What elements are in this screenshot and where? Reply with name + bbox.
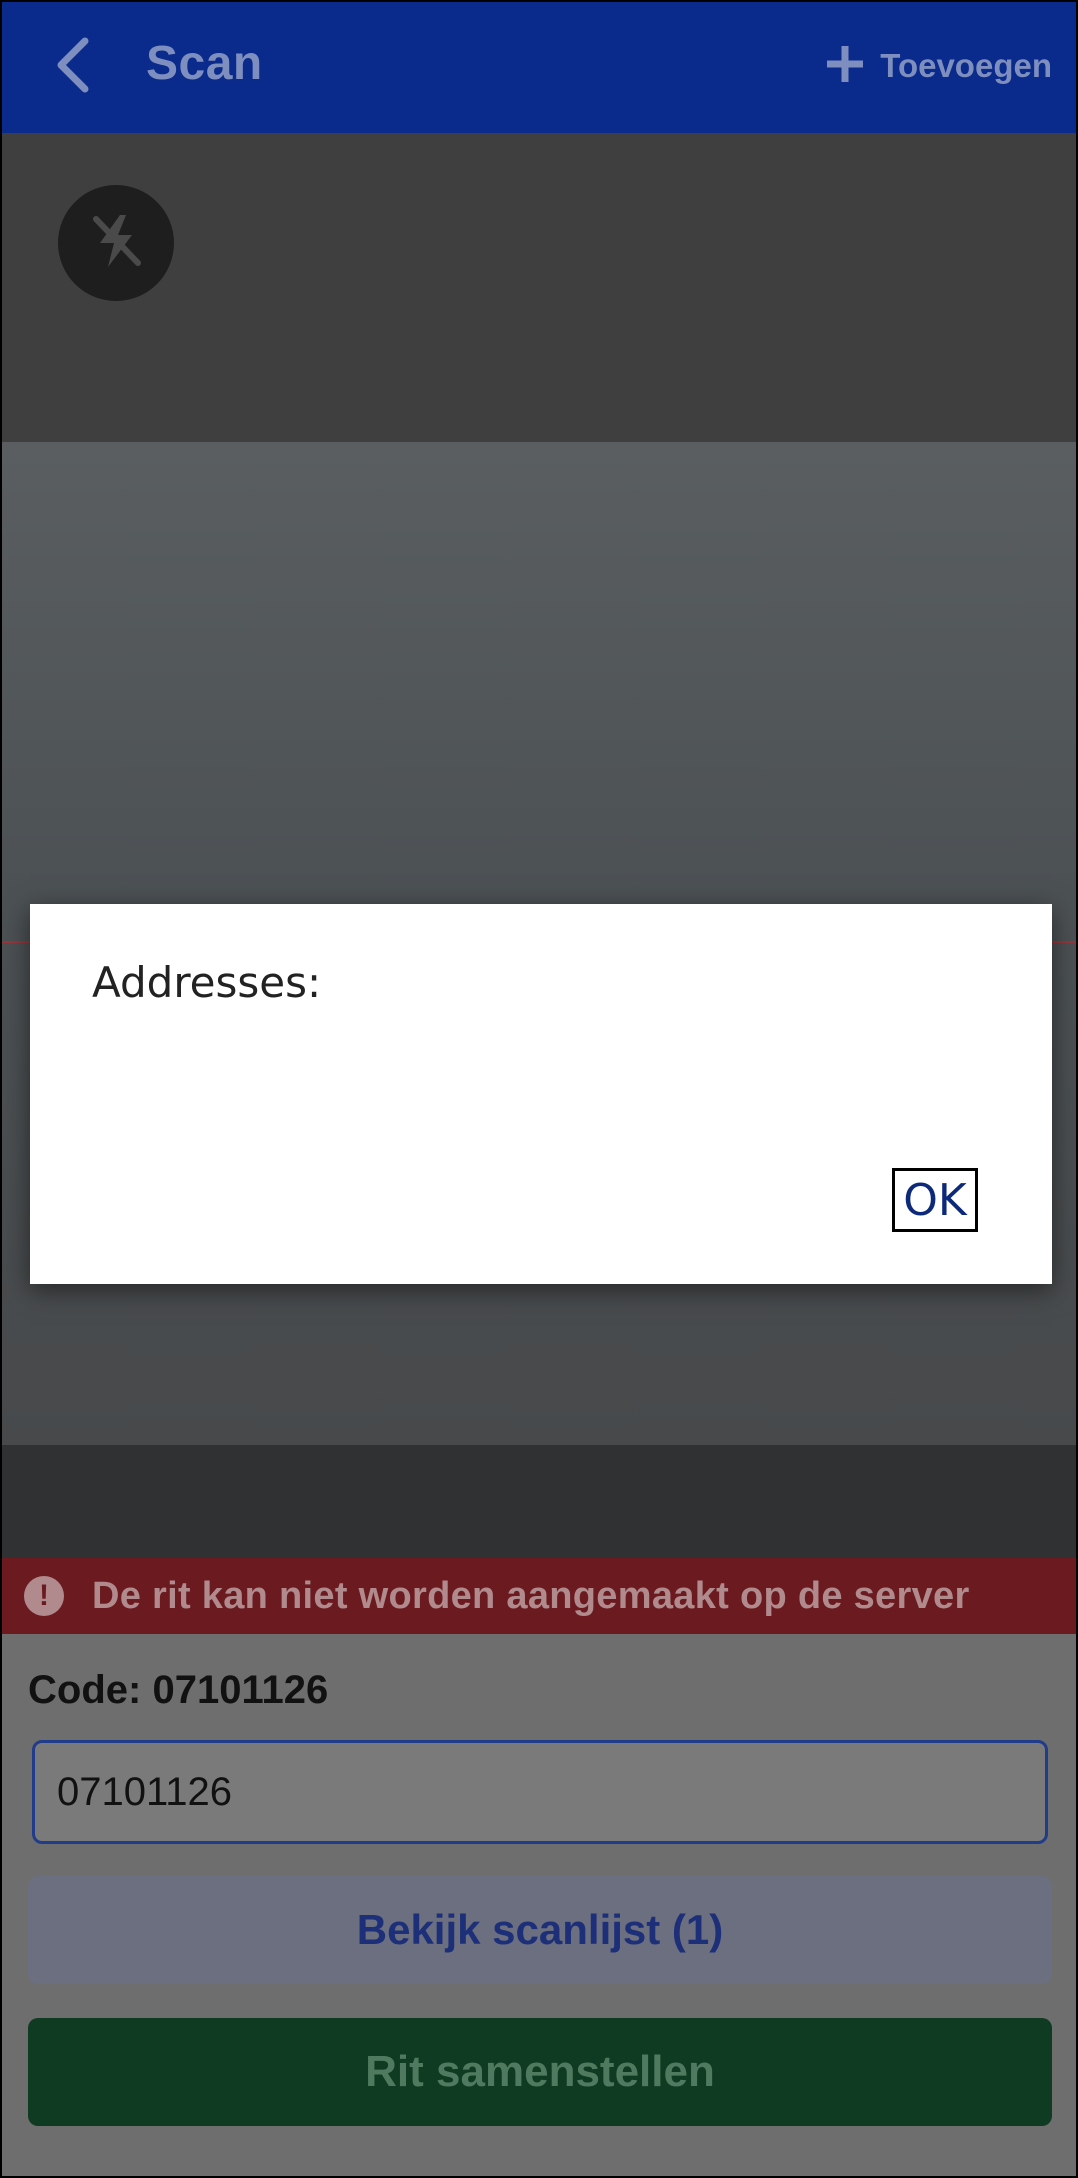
- chevron-left-icon: [53, 37, 93, 98]
- alert-icon: !: [24, 1576, 64, 1616]
- camera-preview: [2, 133, 1076, 1558]
- flash-off-icon: [86, 211, 146, 276]
- back-button[interactable]: [38, 32, 108, 102]
- camera-top-area: [2, 133, 1076, 442]
- code-input[interactable]: 07101126: [32, 1740, 1048, 1844]
- add-button-label: Toevoegen: [880, 47, 1052, 84]
- flash-toggle-button[interactable]: [58, 185, 174, 301]
- code-label: Code:: [28, 1668, 142, 1712]
- page-title: Scan: [146, 37, 263, 90]
- code-line: Code: 07101126: [28, 1668, 328, 1713]
- app-bar: Scan Toevoegen: [2, 2, 1076, 133]
- error-banner: ! De rit kan niet worden aangemaakt op d…: [2, 1558, 1076, 1634]
- screen: Scan Toevoegen ! De rit kan niet worden …: [0, 0, 1078, 2178]
- camera-bottom-area: [2, 1445, 1076, 1558]
- view-scanlist-button[interactable]: Bekijk scanlijst (1): [28, 1876, 1052, 1984]
- error-message: De rit kan niet worden aangemaakt op de …: [92, 1574, 970, 1617]
- bottom-panel: Code: 07101126 07101126 Bekijk scanlijst…: [2, 1634, 1076, 2176]
- compose-ride-button[interactable]: Rit samenstellen: [28, 2018, 1052, 2126]
- plus-icon: [824, 43, 866, 90]
- dialog-title: Addresses:: [92, 958, 322, 1007]
- code-value: 07101126: [152, 1668, 329, 1712]
- add-button[interactable]: Toevoegen: [824, 36, 1052, 96]
- ok-button[interactable]: OK: [892, 1168, 978, 1232]
- addresses-dialog: Addresses: OK: [30, 904, 1052, 1284]
